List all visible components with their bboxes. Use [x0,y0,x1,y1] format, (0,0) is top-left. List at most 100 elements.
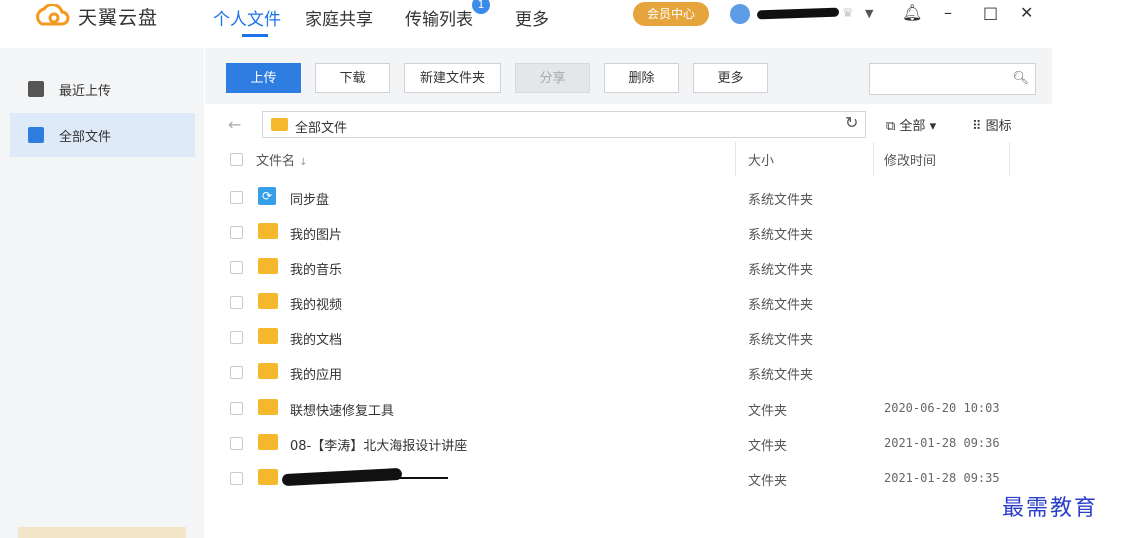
column-divider[interactable] [735,142,736,176]
view-mode-toggle[interactable]: ⠿ 图标 [972,115,1012,134]
tab-transfer-list[interactable]: 传输列表 [405,5,473,30]
table-row[interactable]: 我的图片 系统文件夹 [220,215,1010,250]
folder-icon [258,258,278,274]
search-icon[interactable]: 🔍︎ [1012,71,1029,86]
tab-more[interactable]: 更多 [515,5,549,30]
grid-icon: ⠿ [972,119,986,134]
table-row[interactable]: 08-【李涛】北大海报设计讲座 文件夹 2021-01-28 09:36 [220,426,1010,461]
row-checkbox[interactable] [230,296,243,309]
app-logo[interactable]: 天翼云盘 [32,3,158,29]
cloud-logo-icon [36,4,70,26]
more-button[interactable]: 更多 [693,63,768,93]
file-name[interactable]: 联想快速修复工具 [290,400,394,419]
top-bar [0,0,1123,48]
chevron-down-icon[interactable]: ▼ [865,7,873,20]
file-size: 系统文件夹 [748,368,814,383]
folder-icon [258,328,278,344]
tab-personal-files[interactable]: 个人文件 [213,5,281,30]
column-divider[interactable] [873,142,874,176]
table-row[interactable]: 文件夹 2021-01-28 09:35 [220,461,1010,496]
share-button[interactable]: 分享 [515,63,590,93]
copy-icon: ⧉ [886,119,900,134]
recent-upload-icon [28,81,44,97]
filter-dropdown[interactable]: ⧉ 全部 ▾ [886,115,936,134]
folder-icon [258,363,278,379]
file-name[interactable]: 我的视频 [290,294,342,313]
breadcrumb[interactable]: 全部文件 [262,111,866,138]
file-name[interactable]: 08-【李涛】北大海报设计讲座 [290,435,467,454]
search-input[interactable]: 🔍︎ [869,63,1036,95]
file-modified: 2020-06-20 10:03 [884,401,1000,415]
app-name: 天翼云盘 [78,6,159,29]
vip-center-button[interactable]: 会员中心 [633,2,709,26]
sidebar-item-label: 全部文件 [59,129,112,145]
column-divider[interactable] [1009,142,1010,176]
watermark: 最需教育 [1002,496,1099,521]
all-files-icon [28,127,44,143]
new-folder-button[interactable]: 新建文件夹 [404,63,501,93]
select-all-checkbox[interactable] [230,153,243,166]
folder-icon [258,399,278,415]
folder-icon [271,118,288,131]
row-checkbox[interactable] [230,191,243,204]
column-header-size[interactable]: 大小 [748,150,774,169]
breadcrumb-current: 全部文件 [295,121,348,136]
sidebar-item-all-files[interactable]: 全部文件 [10,113,195,157]
table-row[interactable]: 联想快速修复工具 文件夹 2020-06-20 10:03 [220,391,1010,426]
table-row[interactable]: 我的视频 系统文件夹 [220,285,1010,320]
row-checkbox[interactable] [230,472,243,485]
sync-folder-icon: ⟳ [258,187,276,205]
file-modified: 2021-01-28 09:35 [884,471,1000,485]
download-button[interactable]: 下载 [315,63,390,93]
row-checkbox[interactable] [230,366,243,379]
active-tab-underline [242,34,268,37]
file-size: 系统文件夹 [748,228,814,243]
row-checkbox[interactable] [230,261,243,274]
file-size: 文件夹 [748,474,788,489]
redaction-stroke [370,477,448,479]
folder-icon [258,223,278,239]
column-header-modified[interactable]: 修改时间 [884,150,936,169]
file-size: 系统文件夹 [748,333,814,348]
file-name[interactable]: 同步盘 [290,189,329,208]
column-header-name[interactable]: 文件名 ↓ [256,150,308,169]
table-row[interactable]: 我的音乐 系统文件夹 [220,250,1010,285]
filter-label: 全部 [899,119,926,134]
row-checkbox[interactable] [230,331,243,344]
table-row[interactable]: 我的文档 系统文件夹 [220,320,1010,355]
folder-icon [258,469,278,485]
file-size: 系统文件夹 [748,193,814,208]
row-checkbox[interactable] [230,437,243,450]
back-arrow-icon[interactable]: ← [228,115,241,134]
file-size: 系统文件夹 [748,298,814,313]
file-name[interactable]: 我的图片 [290,224,342,243]
file-size: 文件夹 [748,439,788,454]
row-checkbox[interactable] [230,226,243,239]
column-header-name-label: 文件名 [256,154,296,169]
sidebar-item-recent-upload[interactable]: 最近上传 [10,67,195,111]
sidebar-item-label: 最近上传 [59,83,112,99]
table-row[interactable]: ⟳ 同步盘 系统文件夹 [220,180,1010,215]
avatar[interactable] [730,4,750,24]
close-icon[interactable]: ✕ [1020,3,1033,22]
file-size: 系统文件夹 [748,263,814,278]
folder-icon [258,293,278,309]
file-modified: 2021-01-28 09:36 [884,436,1000,450]
table-row[interactable]: 我的应用 系统文件夹 [220,355,1010,390]
file-size: 文件夹 [748,404,788,419]
maximize-icon[interactable]: □ [983,3,998,22]
file-name[interactable]: 我的音乐 [290,259,342,278]
file-name[interactable]: 我的应用 [290,364,342,383]
delete-button[interactable]: 删除 [604,63,679,93]
crown-icon: ♛ [842,6,854,21]
folder-icon [258,434,278,450]
upload-button[interactable]: 上传 [226,63,301,93]
bell-icon[interactable]: 🔔︎ [902,3,922,22]
tab-family-share[interactable]: 家庭共享 [305,5,373,30]
minimize-icon[interactable]: – [944,3,952,22]
sidebar-bottom-banner[interactable] [18,527,186,538]
refresh-icon[interactable]: ↻ [845,113,858,132]
row-checkbox[interactable] [230,402,243,415]
file-name[interactable]: 我的文档 [290,329,342,348]
sort-arrow-icon: ↓ [299,157,308,168]
